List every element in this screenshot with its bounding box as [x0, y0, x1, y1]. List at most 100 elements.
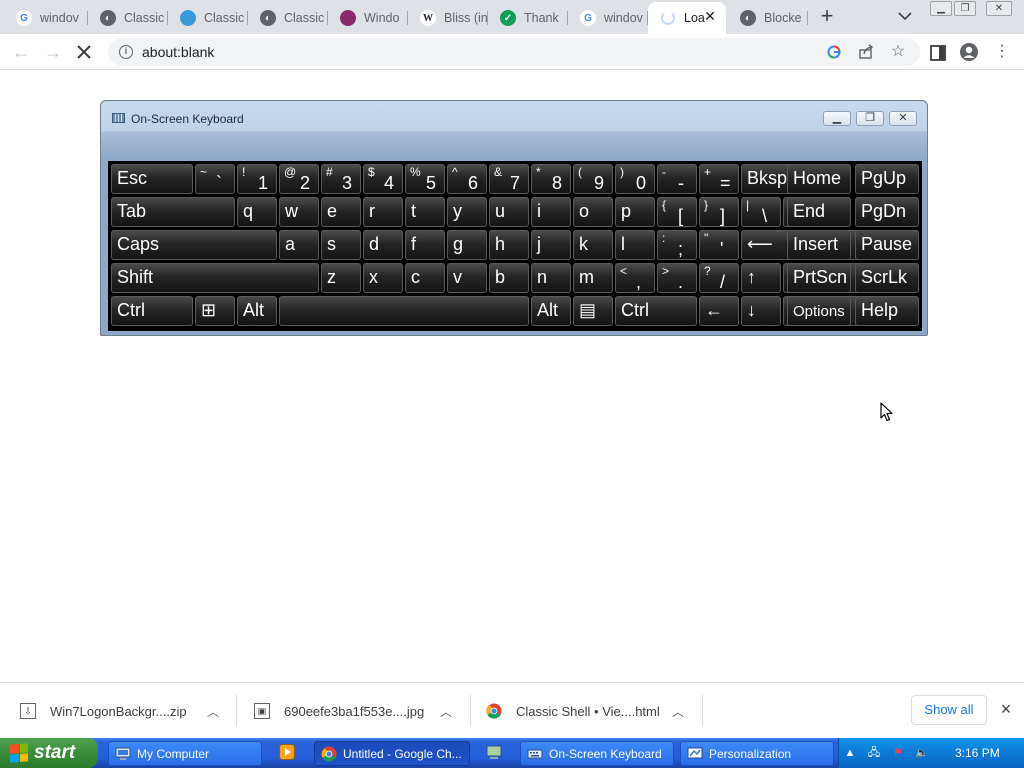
- side-panel-icon[interactable]: [928, 43, 948, 63]
- key-3[interactable]: #3: [321, 164, 361, 194]
- key-h[interactable]: h: [489, 230, 529, 260]
- key-home[interactable]: Home: [787, 164, 851, 194]
- key-v[interactable]: v: [447, 263, 487, 293]
- browser-tab[interactable]: ◐ Blocke: [728, 4, 808, 32]
- key-i[interactable]: i: [531, 197, 571, 227]
- key-2[interactable]: @2: [279, 164, 319, 194]
- key-u[interactable]: u: [489, 197, 529, 227]
- chevron-up-icon[interactable]: ︿: [440, 703, 452, 720]
- key-symbol[interactable]: | \: [741, 197, 781, 227]
- browser-tab[interactable]: Gwindov: [568, 4, 648, 32]
- key-options[interactable]: Options: [787, 296, 851, 326]
- key-y[interactable]: y: [447, 197, 487, 227]
- start-button[interactable]: start: [0, 738, 98, 768]
- chrome-menu-icon[interactable]: ⋮: [992, 42, 1012, 62]
- key-f[interactable]: f: [405, 230, 445, 260]
- key-t[interactable]: t: [405, 197, 445, 227]
- menu-key[interactable]: ▤: [573, 296, 613, 326]
- browser-tab[interactable]: Windo: [328, 4, 408, 32]
- key-shift[interactable]: Shift: [111, 263, 319, 293]
- windows-key[interactable]: ⊞: [195, 296, 235, 326]
- key-r[interactable]: r: [363, 197, 403, 227]
- download-item[interactable]: ▣ 690eefe3ba1f553e....jpg ︿: [254, 683, 464, 739]
- key-symbol[interactable]: --: [657, 164, 697, 194]
- key-w[interactable]: w: [279, 197, 319, 227]
- key-symbol[interactable]: ? /: [699, 263, 739, 293]
- key-6[interactable]: ^ 6: [447, 164, 487, 194]
- key-c[interactable]: c: [405, 263, 445, 293]
- key-n[interactable]: n: [531, 263, 571, 293]
- chevron-up-icon[interactable]: ︿: [207, 703, 219, 720]
- download-item[interactable]: Classic Shell • Vie....html ︿: [486, 683, 696, 739]
- key-prtscn[interactable]: PrtScn: [787, 263, 851, 293]
- new-tab-button[interactable]: +: [816, 5, 838, 28]
- key-ctrl[interactable]: Ctrl: [111, 296, 193, 326]
- key-symbol[interactable]: ~ `: [195, 164, 235, 194]
- osk-minimize-button[interactable]: ▁: [823, 111, 851, 126]
- network-icon[interactable]: 🖧: [867, 746, 881, 760]
- tab-search-chevron-icon[interactable]: [896, 9, 914, 23]
- window-minimize-button[interactable]: ▁: [930, 1, 952, 16]
- key-scrlk[interactable]: ScrLk: [855, 263, 919, 293]
- browser-tab[interactable]: ◐ Classic: [88, 4, 168, 32]
- key-pgdn[interactable]: PgDn: [855, 197, 919, 227]
- key-e[interactable]: e: [321, 197, 361, 227]
- key-8[interactable]: * 8: [531, 164, 571, 194]
- show-all-downloads-button[interactable]: Show all: [911, 695, 987, 725]
- forward-button[interactable]: →: [42, 41, 64, 63]
- google-lens-icon[interactable]: [826, 44, 842, 60]
- taskbar-item-my-computer[interactable]: My Computer: [108, 741, 262, 766]
- key-s[interactable]: s: [321, 230, 361, 260]
- key-symbol[interactable]: ↓: [741, 296, 781, 326]
- window-close-button[interactable]: ✕: [986, 1, 1012, 16]
- key-symbol[interactable]: {[: [657, 197, 697, 227]
- key-esc[interactable]: Esc: [111, 164, 193, 194]
- taskbar-clock[interactable]: 3:16 PM: [955, 746, 1000, 760]
- key-g[interactable]: g: [447, 230, 487, 260]
- key-alt[interactable]: Alt: [531, 296, 571, 326]
- key-symbol[interactable]: :;: [657, 230, 697, 260]
- profile-avatar-icon[interactable]: [959, 42, 979, 62]
- key-symbol[interactable]: + =: [699, 164, 739, 194]
- key-l[interactable]: l: [615, 230, 655, 260]
- osk-restore-button[interactable]: ❐: [856, 111, 884, 126]
- key-z[interactable]: z: [321, 263, 361, 293]
- key-m[interactable]: m: [573, 263, 613, 293]
- key-k[interactable]: k: [573, 230, 613, 260]
- taskbar-item-chrome[interactable]: Untitled - Google Ch...: [314, 741, 470, 766]
- media-player-icon[interactable]: [279, 744, 295, 760]
- osk-close-button[interactable]: ✕: [889, 111, 917, 126]
- key-symbol[interactable]: " ': [699, 230, 739, 260]
- browser-tab[interactable]: Loa ✕: [648, 2, 726, 34]
- chevron-up-icon[interactable]: ︿: [672, 703, 684, 720]
- key-help[interactable]: Help: [855, 296, 919, 326]
- bookmark-star-icon[interactable]: ☆: [890, 44, 906, 60]
- key-b[interactable]: b: [489, 263, 529, 293]
- key-tab[interactable]: Tab: [111, 197, 235, 227]
- browser-tab[interactable]: Gwindov: [4, 4, 88, 32]
- key-q[interactable]: q: [237, 197, 277, 227]
- key-alt[interactable]: Alt: [237, 296, 277, 326]
- browser-tab[interactable]: ✓ Thank: [488, 4, 568, 32]
- key-d[interactable]: d: [363, 230, 403, 260]
- key-7[interactable]: & 7: [489, 164, 529, 194]
- personalization-screen-icon[interactable]: [486, 744, 502, 760]
- site-info-icon[interactable]: i: [119, 45, 133, 59]
- close-downloads-bar-button[interactable]: ×: [998, 700, 1014, 718]
- key-symbol[interactable]: <,: [615, 263, 655, 293]
- show-hidden-icons-arrow-icon[interactable]: ▲: [843, 746, 857, 760]
- key-symbol[interactable]: }]: [699, 197, 739, 227]
- key-5[interactable]: % 5: [405, 164, 445, 194]
- key-caps[interactable]: Caps: [111, 230, 277, 260]
- browser-tab[interactable]: W Bliss (in: [408, 4, 488, 32]
- key-pgup[interactable]: PgUp: [855, 164, 919, 194]
- key-1[interactable]: ! 1: [237, 164, 277, 194]
- download-item[interactable]: ⇩ Win7LogonBackgr....zip ︿: [20, 683, 230, 739]
- key-insert[interactable]: Insert: [787, 230, 851, 260]
- key-j[interactable]: j: [531, 230, 571, 260]
- back-button[interactable]: ←: [10, 41, 32, 63]
- taskbar-item-personalization[interactable]: Personalization: [680, 741, 834, 766]
- volume-icon[interactable]: 🔈: [915, 746, 929, 760]
- address-bar[interactable]: i about:blank ☆: [108, 38, 920, 66]
- stop-loading-icon[interactable]: [74, 43, 94, 61]
